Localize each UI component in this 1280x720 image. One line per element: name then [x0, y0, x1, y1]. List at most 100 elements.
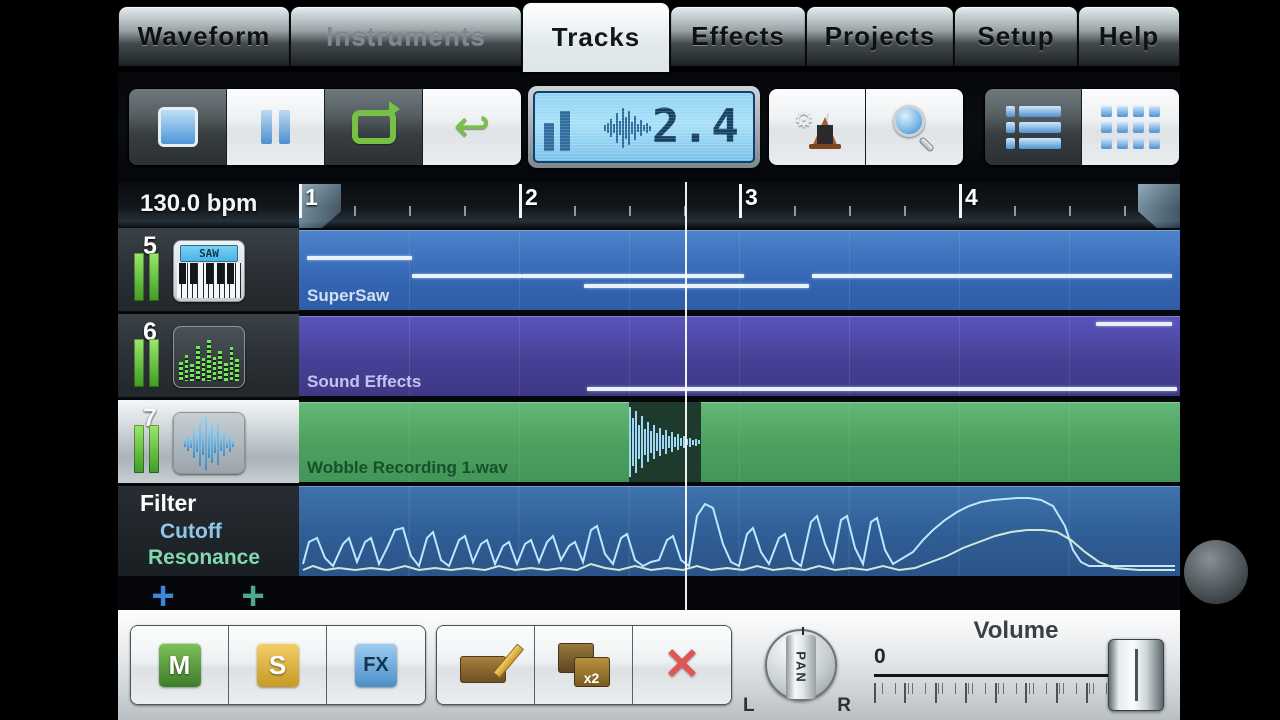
- fx-icon: FX: [355, 643, 397, 687]
- transport-buttons: ↩: [128, 88, 522, 166]
- pan-right-label: R: [837, 695, 851, 716]
- timeline-ruler[interactable]: 130.0 bpm 1 2 3 4: [118, 182, 1180, 228]
- tab-help[interactable]: Help: [1078, 6, 1180, 66]
- scroll-knob[interactable]: [1184, 540, 1248, 604]
- pan-label: PAN: [793, 650, 809, 684]
- volume-track[interactable]: [874, 674, 1116, 677]
- fx-button[interactable]: FX: [327, 626, 425, 704]
- clip-wobble-recording[interactable]: Wobble Recording 1.wav: [299, 402, 1180, 482]
- main-tabbar: Waveform Instruments Tracks Effects Proj…: [118, 0, 1180, 72]
- gear-icon: ⚙: [794, 107, 814, 132]
- track-row[interactable]: 5 SAW SuperSaw: [118, 228, 1180, 314]
- edit-button[interactable]: [437, 626, 535, 704]
- list-icon: [1005, 105, 1061, 149]
- automation-header[interactable]: Filter Cutoff Resonance: [118, 486, 299, 576]
- zoom-button[interactable]: [866, 89, 963, 165]
- grid-icon: [1101, 105, 1160, 149]
- track-state-buttons: M S FX: [130, 625, 426, 705]
- tab-label: Help: [1098, 21, 1160, 51]
- transport-bar: ↩ 2.4 ⚙: [118, 72, 1180, 182]
- delete-button[interactable]: ✕: [633, 626, 731, 704]
- tab-effects[interactable]: Effects: [670, 6, 806, 66]
- tab-label: Waveform: [137, 21, 271, 51]
- loop-end-marker[interactable]: [1138, 184, 1180, 228]
- undo-button[interactable]: ↩: [423, 89, 521, 165]
- mute-icon: M: [158, 643, 201, 687]
- lcd-level-meter-icon: [544, 103, 570, 151]
- track-header-6[interactable]: 6: [118, 314, 299, 398]
- playhead[interactable]: [685, 182, 687, 610]
- pan-left-label: L: [743, 695, 755, 716]
- track-level-meter: [134, 253, 159, 301]
- instrument-preset-label: SAW: [180, 245, 238, 262]
- keyboard-icon[interactable]: SAW: [173, 240, 245, 302]
- search-icon: [892, 105, 937, 153]
- volume-fader[interactable]: [1108, 639, 1164, 711]
- clip-name: Sound Effects: [307, 372, 422, 391]
- position-readout: 2.4: [651, 99, 741, 153]
- grid-view-button[interactable]: [1082, 89, 1179, 165]
- track-row[interactable]: 7 Wobble Recording 1.wav: [118, 400, 1180, 486]
- track-row[interactable]: 6 Sound Effects: [118, 314, 1180, 400]
- bpm-label[interactable]: 130.0 bpm: [140, 190, 257, 218]
- track-clip-area-7[interactable]: Wobble Recording 1.wav: [299, 400, 1180, 484]
- tab-label: Projects: [824, 21, 936, 51]
- app-window: Waveform Instruments Tracks Effects Proj…: [0, 0, 1280, 720]
- equalizer-icon[interactable]: [173, 326, 245, 388]
- volume-control[interactable]: Volume 0: [868, 617, 1164, 717]
- solo-button[interactable]: S: [229, 626, 327, 704]
- tab-projects[interactable]: Projects: [806, 6, 954, 66]
- volume-value: 0: [874, 645, 886, 668]
- automation-param-cutoff[interactable]: Cutoff: [160, 520, 222, 544]
- ruler-track[interactable]: 1 2 3 4: [299, 182, 1180, 228]
- lcd-screen: 2.4: [533, 91, 755, 163]
- add-midi-track-button[interactable]: +: [118, 576, 208, 610]
- tab-waveform[interactable]: Waveform: [118, 6, 290, 66]
- track-level-meter: [134, 339, 159, 387]
- audio-waveform: [629, 402, 701, 482]
- automation-lane[interactable]: Filter Cutoff Resonance: [118, 486, 1180, 576]
- automation-curves: [302, 486, 1175, 576]
- stop-button[interactable]: [129, 89, 227, 165]
- plus-icon: +: [241, 574, 265, 610]
- loop-button[interactable]: [325, 89, 423, 165]
- list-view-button[interactable]: [985, 89, 1082, 165]
- track-clip-area-6[interactable]: Sound Effects: [299, 314, 1180, 398]
- lcd-waveform-icon: [587, 107, 667, 149]
- tab-tracks[interactable]: Tracks: [522, 2, 670, 72]
- mute-button[interactable]: M: [131, 626, 229, 704]
- tab-label: Instruments: [326, 21, 486, 51]
- clip-supersaw[interactable]: SuperSaw: [299, 230, 1180, 310]
- tab-setup[interactable]: Setup: [954, 6, 1078, 66]
- track-header-7[interactable]: 7: [118, 400, 299, 484]
- clip-sound-effects[interactable]: Sound Effects: [299, 316, 1180, 396]
- clip-action-buttons: x2 ✕: [436, 625, 732, 705]
- tab-instruments[interactable]: Instruments: [290, 6, 522, 66]
- plus-icon: +: [151, 574, 175, 610]
- track-list[interactable]: 5 SAW SuperSaw 6 Sound Effects 7 Wobble …: [118, 228, 1180, 610]
- add-audio-track-button[interactable]: +: [208, 576, 298, 610]
- metronome-icon: ⚙: [794, 107, 841, 149]
- duplicate-label: x2: [573, 657, 610, 687]
- bar-number: 2: [525, 184, 538, 210]
- add-track-row[interactable]: + +: [118, 576, 1180, 610]
- close-icon: ✕: [663, 640, 701, 690]
- automation-curve-area[interactable]: [299, 486, 1180, 576]
- clip-name: SuperSaw: [307, 286, 390, 305]
- track-clip-area-5[interactable]: SuperSaw: [299, 228, 1180, 312]
- metronome-button[interactable]: ⚙: [769, 89, 866, 165]
- bar-number: 3: [745, 184, 758, 210]
- track-header-5[interactable]: 5 SAW: [118, 228, 299, 312]
- pause-button[interactable]: [227, 89, 325, 165]
- lcd-display[interactable]: 2.4: [528, 86, 760, 168]
- volume-ruler: [874, 683, 1116, 705]
- duplicate-button[interactable]: x2: [535, 626, 633, 704]
- tab-label: Setup: [977, 21, 1055, 51]
- automation-param-resonance[interactable]: Resonance: [148, 546, 260, 570]
- clip-name: Wobble Recording 1.wav: [307, 458, 508, 477]
- waveform-icon[interactable]: [173, 412, 245, 474]
- bar-number: 1: [305, 184, 318, 210]
- pan-knob[interactable]: PAN: [765, 627, 837, 701]
- stop-icon: [160, 110, 195, 144]
- pan-control[interactable]: PAN L R: [743, 619, 853, 719]
